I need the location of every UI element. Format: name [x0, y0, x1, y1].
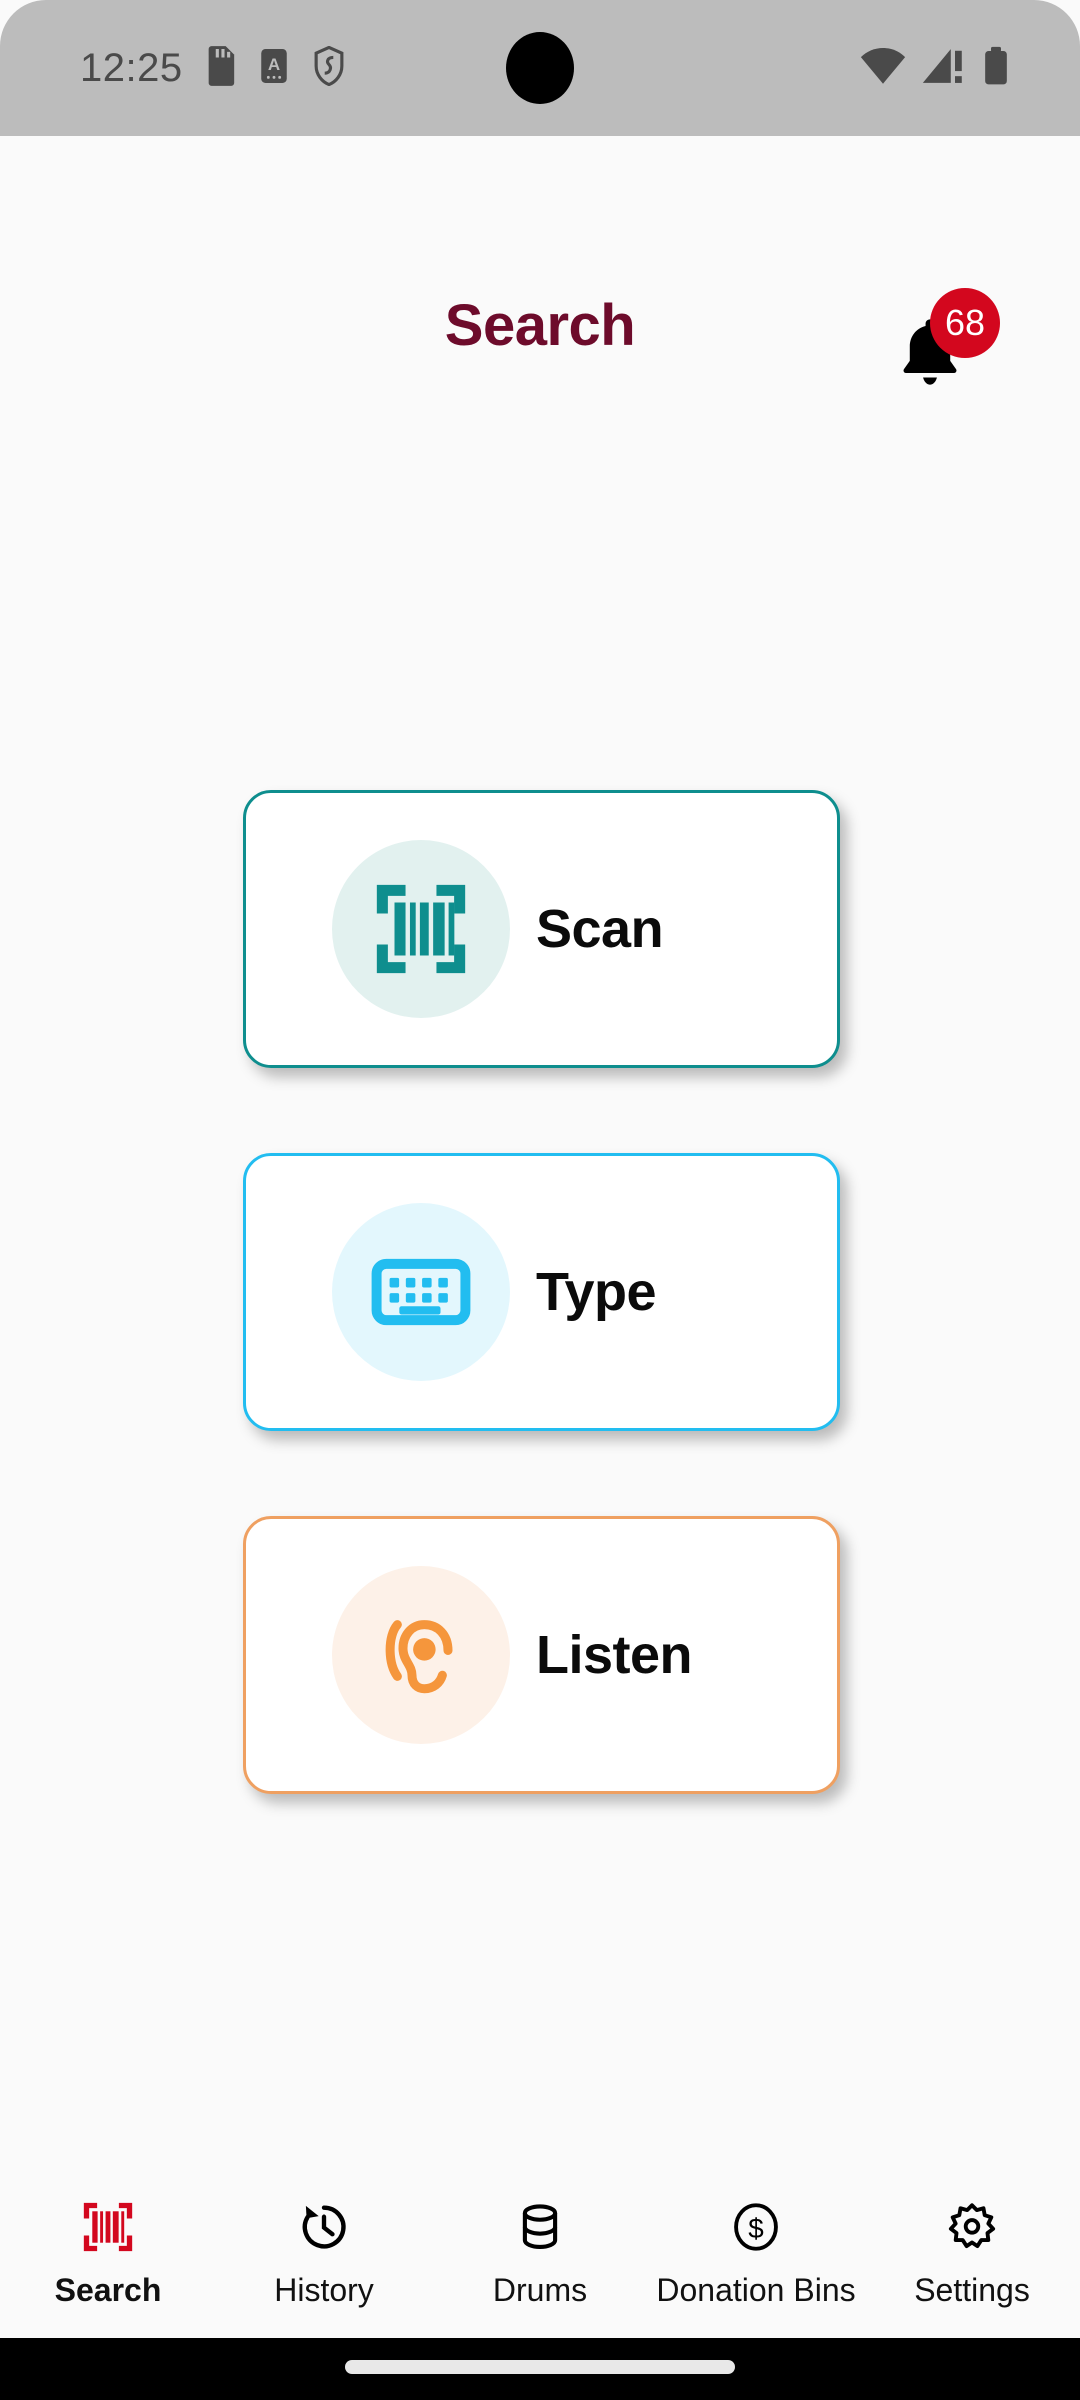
gear-icon: [943, 2196, 1001, 2258]
nav-item-donation-bins-label: Donation Bins: [656, 2272, 856, 2308]
history-clock-icon: [295, 2196, 353, 2258]
status-bar: 12:25 A: [0, 0, 1080, 136]
wifi-icon: [860, 46, 906, 91]
bottom-navigation: Search History Drums $ Donation Bins Set…: [0, 2178, 1080, 2338]
nav-item-donation-bins[interactable]: $ Donation Bins: [648, 2178, 864, 2309]
nav-item-settings[interactable]: Settings: [864, 2178, 1080, 2309]
notifications-button[interactable]: 68: [888, 288, 1000, 404]
type-card[interactable]: Type: [243, 1153, 840, 1431]
nav-item-search-label: Search: [54, 2272, 162, 2308]
barcode-scan-icon: [79, 2196, 137, 2258]
action-card-list: Scan Type Listen: [243, 790, 843, 1879]
dollar-circle-icon: $: [727, 2196, 785, 2258]
svg-text:A: A: [267, 55, 279, 74]
type-card-label: Type: [536, 1262, 657, 1322]
ear-hearing-icon: [332, 1566, 510, 1744]
gesture-handle[interactable]: [345, 2360, 735, 2374]
cellular-signal-warning-icon: [922, 46, 966, 91]
nav-item-drums[interactable]: Drums: [432, 2178, 648, 2309]
nav-item-drums-label: Drums: [492, 2272, 588, 2308]
status-bar-right: [860, 46, 1010, 91]
scan-card[interactable]: Scan: [243, 790, 840, 1068]
app-header: Search 68: [0, 268, 1080, 418]
scan-card-label: Scan: [536, 899, 664, 959]
svg-text:$: $: [748, 2213, 763, 2244]
nav-item-search[interactable]: Search: [0, 2178, 216, 2309]
camera-punch-hole: [506, 32, 574, 104]
database-drum-icon: [511, 2196, 569, 2258]
system-gesture-bar: [0, 2338, 1080, 2400]
nav-item-history-label: History: [274, 2272, 374, 2308]
status-bar-left: 12:25 A: [80, 45, 347, 91]
auto-rotate-a-icon: A: [257, 46, 291, 91]
notification-badge: 68: [930, 288, 1000, 358]
phone-screen: 12:25 A Search 68 Scan Type Listen Searc…: [0, 0, 1080, 2400]
status-bar-clock: 12:25: [80, 45, 183, 90]
listen-card[interactable]: Listen: [243, 1516, 840, 1794]
sd-card-icon: [203, 45, 237, 91]
listen-card-label: Listen: [536, 1625, 693, 1685]
battery-icon: [982, 46, 1010, 91]
barcode-scan-icon: [332, 840, 510, 1018]
nav-item-settings-label: Settings: [914, 2272, 1030, 2308]
nav-item-history[interactable]: History: [216, 2178, 432, 2309]
shield-icon: [311, 45, 347, 91]
keyboard-icon: [332, 1203, 510, 1381]
